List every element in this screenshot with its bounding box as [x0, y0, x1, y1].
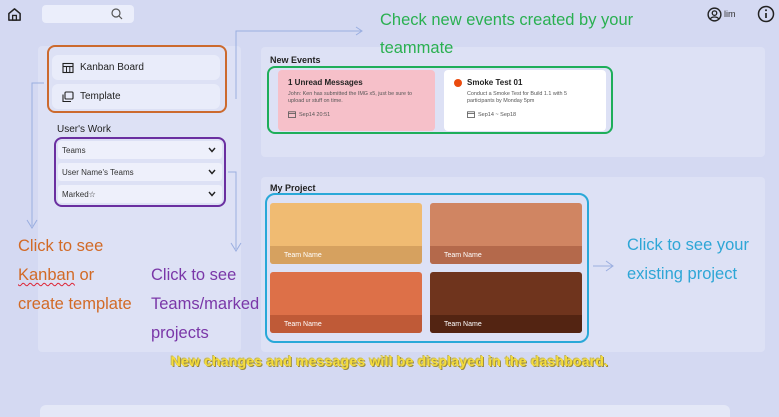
annotation-kanban-word: Kanban [18, 266, 75, 284]
annotation-kanban-or: or [74, 266, 95, 284]
annotation-kanban-line2: Kanban or [18, 262, 94, 289]
annotation-events-line1: Check new events created by your [380, 11, 634, 29]
annotation-project-line2: existing project [627, 265, 738, 283]
annotation-events-line2: teammate [380, 39, 454, 57]
annotation-kanban-line1: Click to see [18, 237, 104, 255]
annotation-teams-line2: Teams/marked [151, 295, 260, 313]
annotation-kanban-line3: create template [18, 295, 132, 313]
annotation-project-line1: Click to see your [627, 236, 749, 254]
annotation-teams-line1: Click to see [151, 266, 237, 284]
bottom-bar [40, 405, 730, 417]
dashboard-banner: New changes and messages will be display… [170, 353, 609, 369]
annotation-teams-line3: projects [151, 324, 209, 342]
